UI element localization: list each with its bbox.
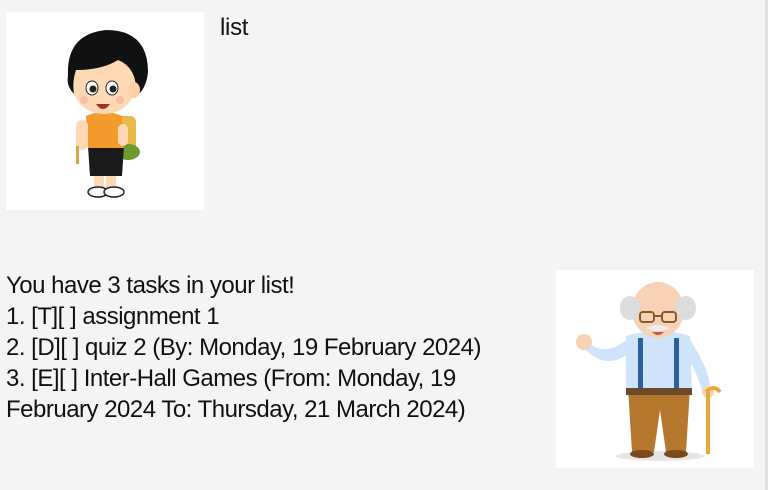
old-man-avatar-icon (576, 282, 722, 461)
boy-avatar-icon (67, 30, 148, 198)
bot-message-line: You have 3 tasks in your list! (6, 272, 295, 299)
bot-avatar (556, 270, 754, 468)
bot-message-text: You have 3 tasks in your list! 1. [T][ ]… (6, 270, 536, 425)
bot-message-line: 3. [E][ ] Inter-Hall Games (From: Monday… (6, 365, 456, 392)
bot-message-line: 2. [D][ ] quiz 2 (By: Monday, 19 Februar… (6, 334, 481, 361)
bot-message-line: February 2024 To: Thursday, 21 March 202… (6, 396, 466, 423)
user-avatar (6, 12, 204, 210)
user-message-text: list (220, 14, 249, 41)
bot-message-line: 1. [T][ ] assignment 1 (6, 303, 220, 330)
chat-window: list You have 3 tasks in your list! 1. [… (0, 0, 768, 490)
